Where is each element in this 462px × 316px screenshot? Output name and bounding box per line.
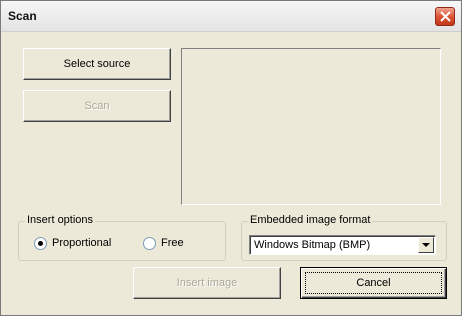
chevron-down-icon: [422, 243, 430, 247]
cancel-button[interactable]: Cancel: [300, 267, 447, 299]
close-icon: [440, 11, 451, 22]
image-format-value: Windows Bitmap (BMP): [254, 239, 371, 251]
image-format-select[interactable]: Windows Bitmap (BMP): [249, 235, 436, 255]
insert-options-label: Insert options: [25, 214, 96, 226]
focus-indicator: [305, 272, 442, 294]
proportional-label[interactable]: Proportional: [52, 237, 111, 249]
insert-options-group: Insert options: [18, 214, 226, 261]
free-label[interactable]: Free: [161, 237, 184, 249]
close-button[interactable]: [435, 7, 455, 26]
proportional-radio[interactable]: [34, 237, 47, 250]
scan-label: Scan: [84, 100, 110, 112]
scan-preview-area: [181, 48, 441, 205]
select-source-label: Select source: [63, 58, 131, 70]
window-title: Scan: [8, 9, 37, 23]
image-format-label: Embedded image format: [248, 214, 373, 226]
insert-image-button[interactable]: Insert image: [133, 267, 281, 299]
radio-selected-dot: [38, 241, 43, 246]
scan-dialog: Scan Select source Scan Insert options P…: [0, 0, 462, 316]
free-radio[interactable]: [143, 237, 156, 250]
scan-button[interactable]: Scan: [23, 90, 171, 122]
insert-image-label: Insert image: [176, 277, 238, 289]
dialog-body: Select source Scan Insert options Propor…: [1, 32, 461, 315]
title-bar[interactable]: Scan: [1, 1, 461, 32]
select-source-button[interactable]: Select source: [23, 48, 171, 80]
dropdown-button[interactable]: [418, 237, 434, 253]
